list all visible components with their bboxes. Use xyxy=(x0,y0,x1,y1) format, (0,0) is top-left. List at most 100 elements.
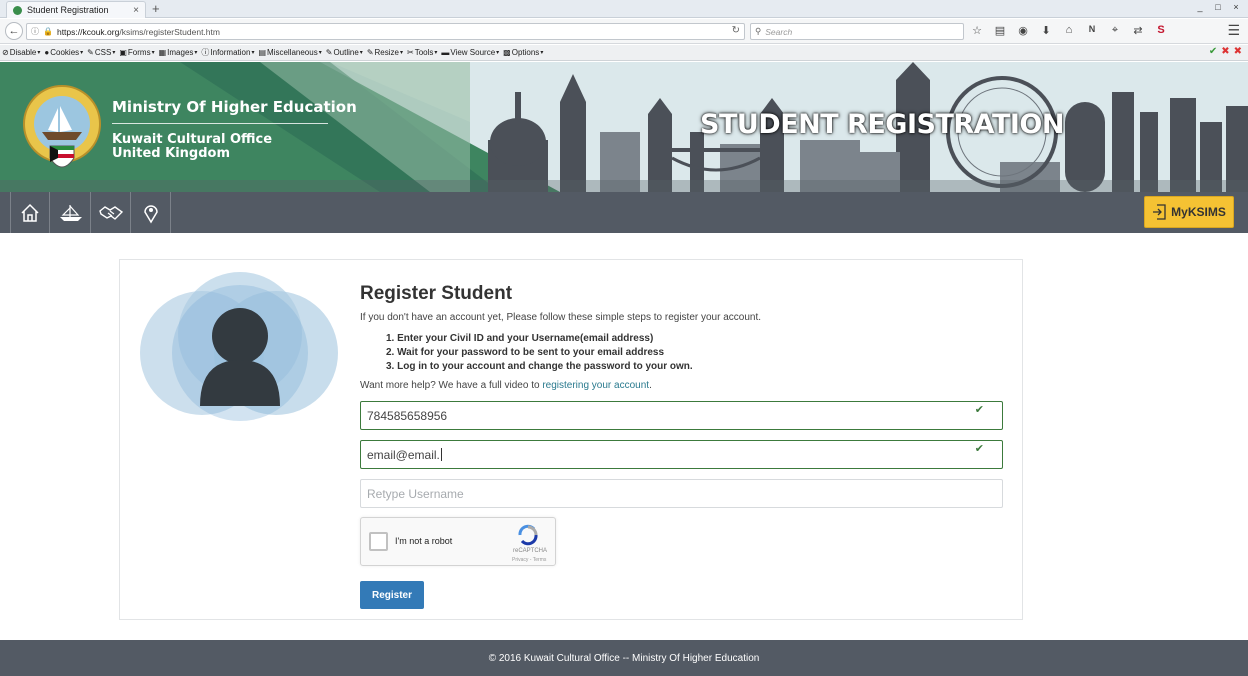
devbar-item-icon: ▣ xyxy=(119,48,127,57)
icon-nav-bar: MyKSIMS xyxy=(0,192,1248,233)
username-email-input[interactable]: email@email. ✔ xyxy=(360,440,1003,469)
devbar-item-icon: ✂ xyxy=(406,48,414,57)
valid-check-icon: ✔ xyxy=(974,443,984,455)
ship-icon xyxy=(59,204,82,221)
toolbar-icons: ☆ ▤ ◉ ⬇ ⌂ N ⌖ ⇄ S xyxy=(970,24,1168,37)
n-extension-icon[interactable]: N xyxy=(1085,24,1099,37)
text-cursor xyxy=(440,448,442,461)
devbar-item-label: Images xyxy=(167,48,194,57)
search-icon: ⚲ xyxy=(755,26,762,36)
myksims-label: MyKSIMS xyxy=(1171,205,1226,219)
close-window-button[interactable]: × xyxy=(1230,2,1242,12)
dropdown-arrow-icon: ▾ xyxy=(194,50,198,56)
devbar-item-label: CSS xyxy=(94,48,112,57)
devbar-item-icon: ✎ xyxy=(325,48,333,57)
crop-icon[interactable]: ⌖ xyxy=(1108,24,1122,37)
dropdown-arrow-icon: ▾ xyxy=(540,50,544,56)
form-intro: If you don't have an account yet, Please… xyxy=(360,312,762,323)
home-icon xyxy=(21,203,39,222)
address-bar[interactable]: ⓘ 🔒 https://kcouk.org/ksims/registerStud… xyxy=(26,23,745,40)
hamburger-menu-icon[interactable]: ☰ xyxy=(1227,22,1240,39)
devbar-item-icon: ▦ xyxy=(158,48,167,57)
retype-username-input[interactable]: Retype Username xyxy=(360,479,1003,508)
favicon-icon xyxy=(13,5,22,15)
pocket-icon[interactable]: ◉ xyxy=(1016,24,1030,37)
devbar-item-icon: ▤ xyxy=(258,48,267,57)
myksims-button[interactable]: MyKSIMS xyxy=(1144,196,1234,228)
valid-check-icon: ✔ xyxy=(974,404,984,416)
lock-icon: 🔒 xyxy=(43,27,53,36)
help-suffix: . xyxy=(649,380,652,391)
reading-list-icon[interactable]: ▤ xyxy=(993,24,1007,37)
devbar-item-tools[interactable]: ✂ Tools ▾ xyxy=(407,48,437,57)
devbar-item-cookies[interactable]: ● Cookies ▾ xyxy=(44,48,83,57)
step-item: 3. Log in to your account and change the… xyxy=(386,361,693,372)
registration-video-link[interactable]: registering your account xyxy=(542,380,649,391)
devbar-item-label: Information xyxy=(210,48,251,57)
devbar-item-view-source[interactable]: ▬ View Source ▾ xyxy=(441,48,499,57)
footer-copyright: © 2016 Kuwait Cultural Office -- Ministr… xyxy=(488,652,760,664)
civil-id-value: 784585658956 xyxy=(367,408,448,423)
org-subtitle-office: Kuwait Cultural Office xyxy=(112,132,273,147)
close-toolbar-icon[interactable]: ✖ xyxy=(1234,46,1242,57)
devbar-item-label: Disable xyxy=(9,48,37,57)
nav-handshake[interactable] xyxy=(91,192,131,233)
devbar-item-icon: ▩ xyxy=(503,48,511,57)
nav-location[interactable] xyxy=(131,192,171,233)
devbar-item-label: Tools xyxy=(414,48,434,57)
devbar-item-label: Forms xyxy=(127,48,151,57)
nav-ship[interactable] xyxy=(51,192,91,233)
devbar-item-images[interactable]: ▦ Images ▾ xyxy=(159,48,198,57)
header-banner: Ministry Of Higher Education Kuwait Cult… xyxy=(0,62,1248,192)
devbar-item-label: Cookies xyxy=(50,48,80,57)
devbar-item-information[interactable]: ⓘ Information ▾ xyxy=(201,47,254,58)
star-icon[interactable]: ☆ xyxy=(970,24,984,37)
nav-home[interactable] xyxy=(10,192,50,233)
download-icon[interactable]: ⬇ xyxy=(1039,24,1053,37)
recaptcha-brand: reCAPTCHA xyxy=(513,548,548,554)
register-button[interactable]: Register xyxy=(360,581,424,609)
civil-id-input[interactable]: 784585658956 ✔ xyxy=(360,401,1003,430)
devbar-item-forms[interactable]: ▣ Forms ▾ xyxy=(119,48,154,57)
dropdown-arrow-icon: ▾ xyxy=(399,50,403,56)
minimize-button[interactable]: _ xyxy=(1194,2,1206,12)
page-heading: STUDENT REGISTRATION xyxy=(700,109,1064,140)
browser-tab[interactable]: Student Registration × xyxy=(6,1,146,18)
error-icon[interactable]: ✖ xyxy=(1221,46,1229,57)
dropdown-arrow-icon: ▾ xyxy=(251,50,255,56)
swap-icon[interactable]: ⇄ xyxy=(1131,24,1145,37)
check-icon[interactable]: ✔ xyxy=(1209,46,1217,57)
home-icon[interactable]: ⌂ xyxy=(1062,24,1076,37)
back-button[interactable]: ← xyxy=(5,22,23,40)
devbar-item-icon: ⓘ xyxy=(201,48,210,57)
recaptcha-logo-icon xyxy=(518,524,538,546)
devbar-item-disable[interactable]: ⊘ Disable ▾ xyxy=(2,48,40,57)
recaptcha-widget: I'm not a robot reCAPTCHA Privacy - Term… xyxy=(360,517,556,566)
s-extension-icon[interactable]: S xyxy=(1154,24,1168,37)
devbar-item-miscellaneous[interactable]: ▤ Miscellaneous ▾ xyxy=(258,48,321,57)
recaptcha-terms-link[interactable]: Privacy - Terms xyxy=(512,557,546,563)
devbar-item-label: View Source xyxy=(450,48,496,57)
devbar-item-icon: ● xyxy=(44,48,50,57)
reload-icon[interactable]: ↻ xyxy=(732,25,740,36)
back-arrow-icon: ← xyxy=(8,25,20,37)
new-tab-button[interactable]: + xyxy=(152,1,160,16)
tab-title: Student Registration xyxy=(27,5,109,15)
devbar-item-css[interactable]: ✎ CSS ▾ xyxy=(87,48,115,57)
devbar-item-outline[interactable]: ✎ Outline ▾ xyxy=(326,48,363,57)
devbar-item-options[interactable]: ▩ Options ▾ xyxy=(503,48,543,57)
handshake-icon xyxy=(98,205,123,220)
help-prefix: Want more help? We have a full video to xyxy=(360,380,543,391)
info-icon: ⓘ xyxy=(31,27,39,36)
dropdown-arrow-icon: ▾ xyxy=(434,50,438,56)
browser-search-input[interactable]: ⚲ Search xyxy=(750,23,964,40)
title-divider xyxy=(112,123,328,124)
recaptcha-checkbox[interactable] xyxy=(369,532,388,551)
devbar-item-resize[interactable]: ✎ Resize ▾ xyxy=(367,48,403,57)
url-text: https://kcouk.org/ksims/registerStudent.… xyxy=(57,27,220,37)
registration-steps: 1. Enter your Civil ID and your Username… xyxy=(386,332,693,374)
maximize-button[interactable]: □ xyxy=(1212,2,1224,12)
kuwait-crest-logo xyxy=(23,85,101,168)
tab-close-icon[interactable]: × xyxy=(133,5,139,16)
retype-username-placeholder: Retype Username xyxy=(367,486,464,501)
